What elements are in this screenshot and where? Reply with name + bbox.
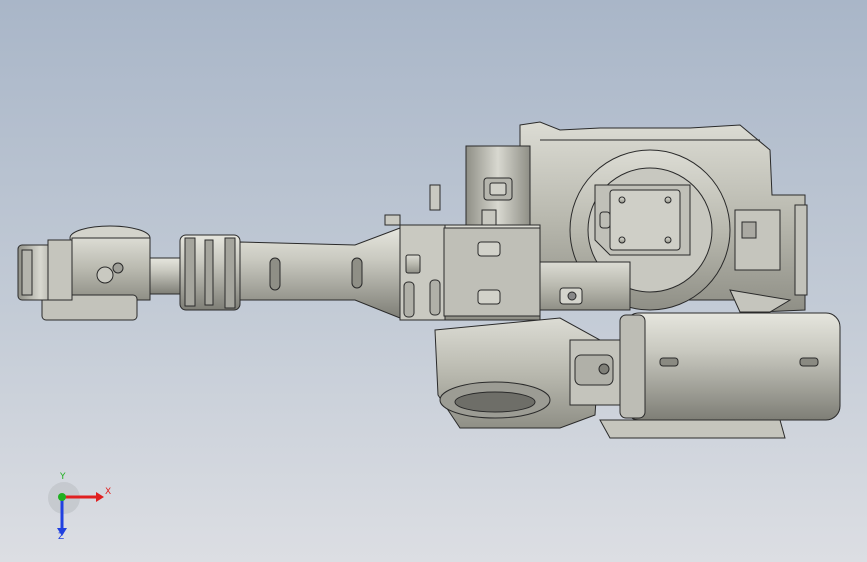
graphics-viewport[interactable]: X Y Z (0, 0, 867, 562)
y-axis-marker (58, 493, 66, 501)
rear-bracket (465, 145, 531, 233)
z-axis-label: Z (58, 532, 65, 542)
balancer-cylinder (599, 312, 841, 439)
base-turret (434, 317, 626, 429)
cable-bracket (429, 184, 441, 211)
upper-arm (179, 227, 401, 319)
tool-flange (17, 239, 73, 301)
robot-arm-model[interactable] (0, 0, 867, 562)
coordinate-triad: X Y Z (48, 472, 118, 545)
y-axis-label: Y (60, 472, 66, 482)
small-bracket (384, 214, 401, 226)
x-axis-label: X (105, 487, 112, 497)
